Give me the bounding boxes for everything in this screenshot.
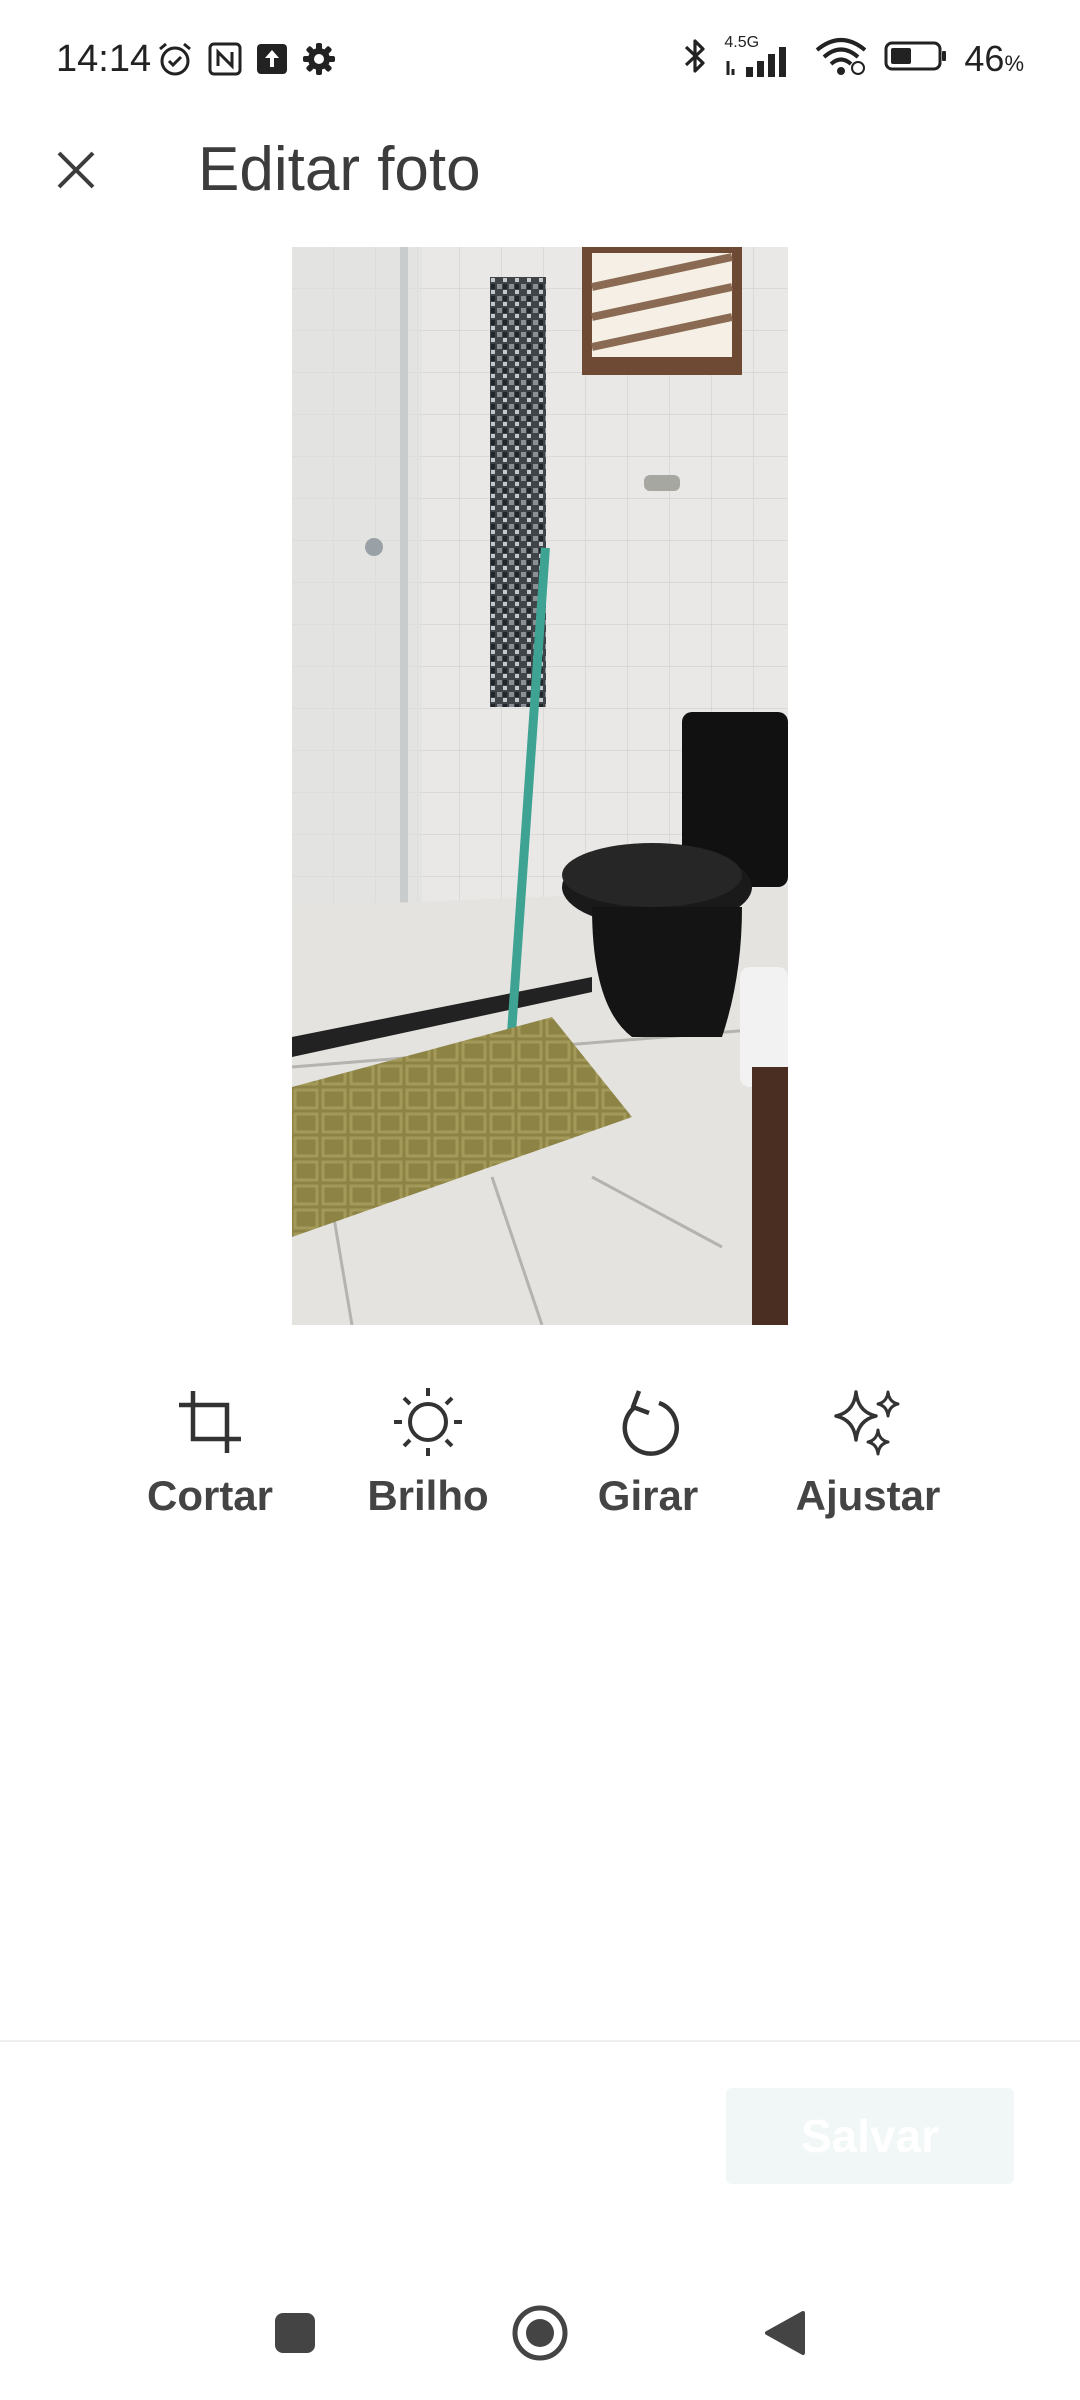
alarm-icon [156,40,194,78]
page-title: Editar foto [198,135,481,204]
crop-icon [170,1382,250,1462]
save-button[interactable]: Salvar [726,2088,1014,2184]
status-system-icons: 4.5G 46% [682,34,1024,81]
sparkle-icon [828,1382,908,1462]
recents-button[interactable] [250,2290,340,2380]
tool-label: Brilho [367,1472,489,1519]
edit-tools: Cortar Brilho Girar Ajustar [0,1382,1080,1542]
app-header: Editar foto [0,120,1080,230]
brightness-icon [388,1382,468,1462]
close-button[interactable] [46,142,106,202]
tool-adjust[interactable]: Ajustar [778,1382,958,1542]
bottom-divider [0,2040,1080,2042]
tool-crop[interactable]: Cortar [120,1382,300,1542]
settings-gear-icon [302,42,336,76]
back-triangle-icon [763,2309,807,2362]
tool-label: Cortar [146,1472,274,1519]
back-button[interactable] [740,2290,830,2380]
rotate-icon [608,1382,688,1462]
photo-preview[interactable] [292,247,788,1325]
recents-square-icon [273,2311,317,2360]
status-bar: 14:14 4.5G 46% [0,0,1080,120]
close-icon [55,149,97,196]
nfc-icon [208,42,242,76]
tool-brightness[interactable]: Brilho [338,1382,518,1542]
bluetooth-icon [682,36,708,81]
status-notification-icons [156,40,336,78]
battery-percent: 46% [964,38,1024,80]
tool-label: Ajustar [795,1472,941,1519]
bathroom-photo [292,247,788,1325]
status-time: 14:14 [56,38,152,80]
wifi-icon [814,36,868,81]
battery-icon [884,40,948,77]
cellular-signal-icon: 4.5G [724,34,798,79]
battery-percent-value: 46 [964,37,1005,79]
tool-label: Girar [597,1472,699,1519]
system-nav-bar [0,2290,1080,2380]
tool-rotate[interactable]: Girar [558,1382,738,1542]
battery-percent-unit: % [1004,50,1024,76]
upload-icon [256,43,288,75]
home-button[interactable] [495,2290,585,2380]
home-circle-icon [511,2304,569,2367]
